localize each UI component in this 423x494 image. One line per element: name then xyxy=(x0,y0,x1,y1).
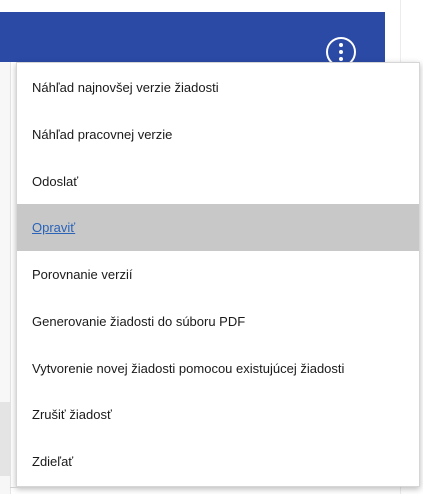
menu-item-create-from-existing[interactable]: Vytvorenie novej žiadosti pomocou existu… xyxy=(17,345,419,392)
menu-item-label: Zdieľať xyxy=(32,454,74,469)
menu-item-compare-versions[interactable]: Porovnanie verzií xyxy=(17,251,419,298)
menu-item-preview-working-version[interactable]: Náhľad pracovnej verzie xyxy=(17,111,419,158)
menu-item-correct[interactable]: Opraviť xyxy=(17,204,419,251)
menu-item-label: Opraviť xyxy=(32,220,76,235)
kebab-vertical-icon xyxy=(339,43,343,61)
menu-item-generate-pdf[interactable]: Generovanie žiadosti do súboru PDF xyxy=(17,298,419,345)
menu-item-label: Porovnanie verzií xyxy=(32,267,133,282)
menu-item-label: Vytvorenie novej žiadosti pomocou existu… xyxy=(32,361,345,376)
menu-item-label: Generovanie žiadosti do súboru PDF xyxy=(32,314,246,329)
background-panel-left xyxy=(0,62,11,494)
background-row-shade xyxy=(0,402,10,476)
menu-item-label: Náhľad pracovnej verzie xyxy=(32,127,173,142)
menu-item-cancel-application[interactable]: Zrušiť žiadosť xyxy=(17,391,419,438)
menu-item-label: Zrušiť žiadosť xyxy=(32,407,112,422)
menu-item-submit[interactable]: Odoslať xyxy=(17,158,419,205)
actions-dropdown-menu: Náhľad najnovšej verzie žiadosti Náhľad … xyxy=(16,62,420,487)
divider xyxy=(10,487,400,488)
menu-item-preview-latest-version[interactable]: Náhľad najnovšej verzie žiadosti xyxy=(17,64,419,111)
menu-item-label: Náhľad najnovšej verzie žiadosti xyxy=(32,80,219,95)
header-bar xyxy=(0,12,385,67)
menu-item-label: Odoslať xyxy=(32,174,79,189)
menu-item-share[interactable]: Zdieľať xyxy=(17,438,419,485)
